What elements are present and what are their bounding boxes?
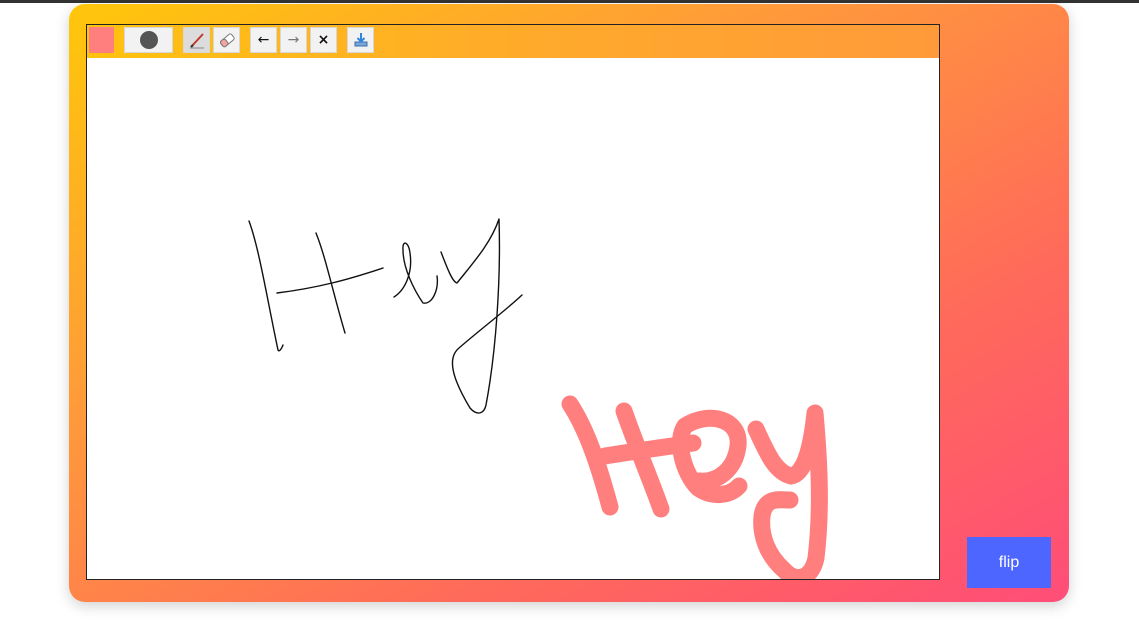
pen-icon	[189, 33, 204, 49]
pen-tool-button[interactable]	[183, 27, 210, 53]
drawing-canvas[interactable]	[87, 58, 939, 579]
redo-button[interactable]: →	[280, 27, 307, 53]
drawing-card: ← → × flip	[69, 4, 1069, 602]
brush-size-button[interactable]	[124, 27, 173, 53]
undo-arrow-icon: ←	[257, 32, 270, 48]
drawing-board: ← → ×	[86, 24, 940, 580]
clear-x-icon: ×	[317, 32, 330, 48]
save-button[interactable]	[347, 27, 374, 53]
eraser-tool-button[interactable]	[213, 27, 240, 53]
eraser-icon	[219, 33, 235, 48]
brush-size-dot-icon	[139, 31, 158, 49]
color-swatch-button[interactable]	[89, 27, 114, 53]
black-handwriting-strokes	[248, 218, 523, 414]
clear-button[interactable]: ×	[310, 27, 337, 53]
window-top-bar	[0, 0, 1139, 3]
pink-handwriting-strokes	[561, 395, 828, 579]
undo-button[interactable]: ←	[250, 27, 277, 53]
flip-button[interactable]: flip	[967, 537, 1051, 588]
download-icon	[354, 33, 367, 47]
drawing-toolbar: ← → ×	[87, 25, 939, 58]
redo-arrow-icon: →	[287, 32, 300, 48]
